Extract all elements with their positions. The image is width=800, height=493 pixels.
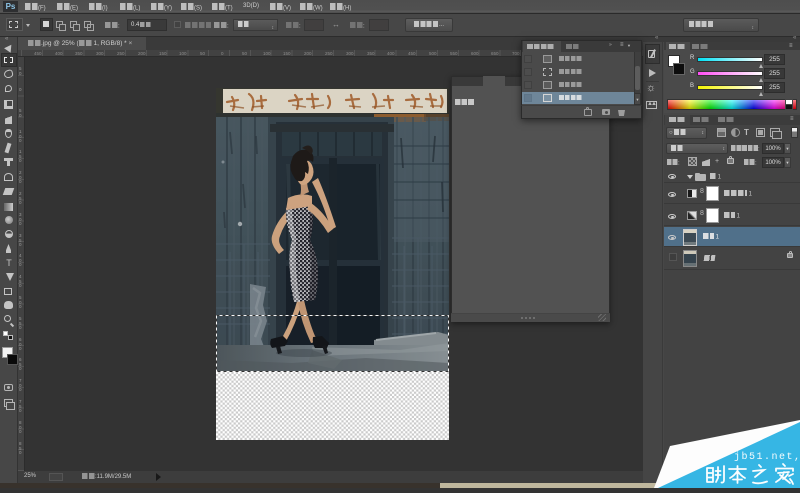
svg-text:jb51.net,: jb51.net, bbox=[734, 451, 800, 463]
